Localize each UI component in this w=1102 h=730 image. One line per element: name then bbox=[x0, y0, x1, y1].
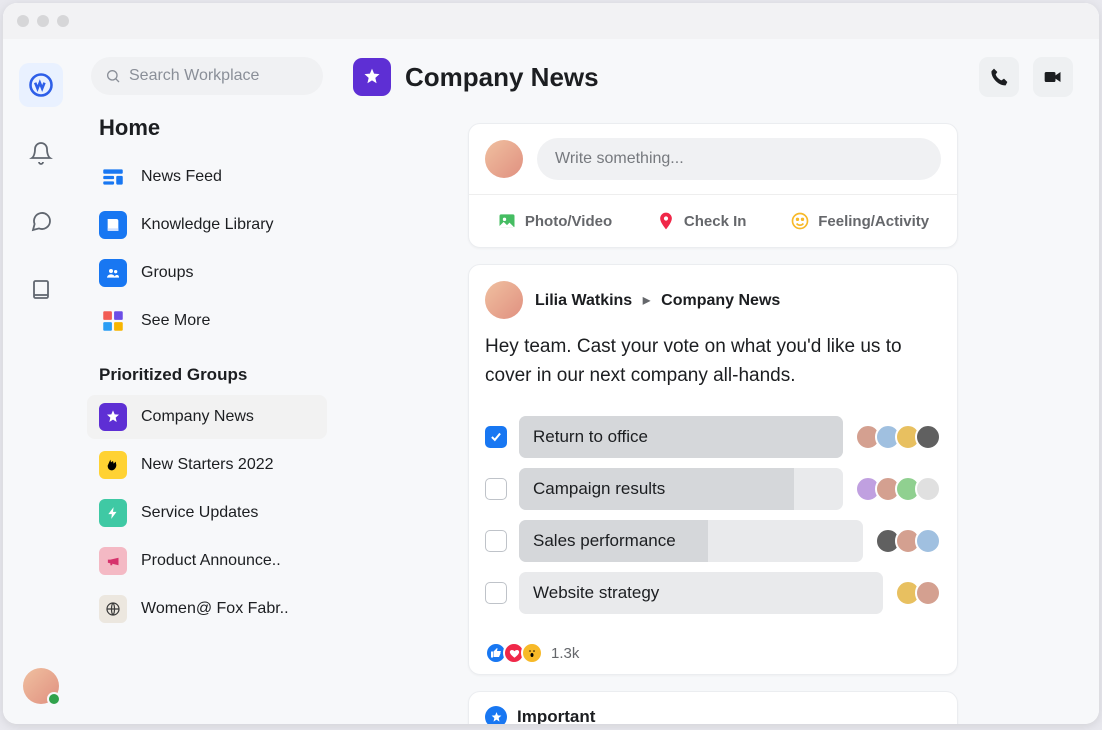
rail-user-avatar[interactable] bbox=[23, 668, 59, 704]
poll-voters[interactable] bbox=[895, 580, 941, 606]
sidebar-section-prioritized: Prioritized Groups bbox=[99, 365, 319, 385]
composer-photo-video[interactable]: Photo/Video bbox=[487, 205, 622, 237]
sidebar-item-label: See More bbox=[141, 312, 210, 330]
sidebar-group-label: Women@ Fox Fabr.. bbox=[141, 600, 289, 618]
poll-voters[interactable] bbox=[855, 476, 941, 502]
poll-bar[interactable]: Website strategy bbox=[519, 572, 883, 614]
sidebar-group-label: New Starters 2022 bbox=[141, 456, 274, 474]
post-reactions[interactable]: 1.3k bbox=[469, 632, 957, 674]
window-titlebar bbox=[3, 3, 1099, 39]
poll-checkbox[interactable] bbox=[485, 530, 507, 552]
sidebar-home-heading: Home bbox=[99, 115, 319, 141]
important-label: Important bbox=[517, 707, 595, 724]
groups-icon bbox=[99, 259, 127, 287]
poll-option-1: Return to office bbox=[485, 416, 941, 458]
composer-placeholder: Write something... bbox=[555, 150, 684, 167]
sidebar-group-label: Service Updates bbox=[141, 504, 258, 522]
sidebar-item-knowledge-library[interactable]: Knowledge Library bbox=[87, 203, 327, 247]
rail-workplace-logo[interactable] bbox=[19, 63, 63, 107]
sidebar-group-women-fox[interactable]: Women@ Fox Fabr.. bbox=[87, 587, 327, 631]
poll-voters[interactable] bbox=[875, 528, 941, 554]
sidebar-item-groups[interactable]: Groups bbox=[87, 251, 327, 295]
sidebar-item-label: News Feed bbox=[141, 168, 222, 186]
post-card: Lilia Watkins ▸ Company News Hey team. C… bbox=[468, 264, 958, 675]
page-title: Company News bbox=[405, 62, 965, 93]
location-icon bbox=[656, 211, 676, 231]
post-body: Hey team. Cast your vote on what you'd l… bbox=[469, 327, 957, 402]
poll-voters[interactable] bbox=[855, 424, 941, 450]
poll-option-4: Website strategy bbox=[485, 572, 941, 614]
poll-bar[interactable]: Sales performance bbox=[519, 520, 863, 562]
sidebar-group-company-news[interactable]: Company News bbox=[87, 395, 327, 439]
reaction-icons bbox=[485, 642, 543, 664]
megaphone-icon bbox=[99, 547, 127, 575]
poll-checkbox[interactable] bbox=[485, 582, 507, 604]
bolt-icon bbox=[99, 499, 127, 527]
rail-notifications[interactable] bbox=[19, 131, 63, 175]
composer-checkin[interactable]: Check In bbox=[646, 205, 757, 237]
composer-card: Write something... Photo/Video Check In … bbox=[468, 123, 958, 248]
grid-icon bbox=[99, 307, 127, 335]
sidebar-item-see-more[interactable]: See More bbox=[87, 299, 327, 343]
photo-icon bbox=[497, 211, 517, 231]
sidebar-item-label: Groups bbox=[141, 264, 193, 282]
sidebar-group-new-starters[interactable]: New Starters 2022 bbox=[87, 443, 327, 487]
avatar[interactable] bbox=[485, 281, 523, 319]
video-call-button[interactable] bbox=[1033, 57, 1073, 97]
composer-input[interactable]: Write something... bbox=[537, 138, 941, 180]
sidebar-group-service-updates[interactable]: Service Updates bbox=[87, 491, 327, 535]
globe-icon bbox=[99, 595, 127, 623]
star-icon bbox=[99, 403, 127, 431]
sidebar-group-label: Company News bbox=[141, 408, 254, 426]
nav-rail bbox=[3, 39, 79, 724]
sidebar-item-label: Knowledge Library bbox=[141, 216, 274, 234]
post-target-group[interactable]: Company News bbox=[661, 292, 780, 309]
wow-icon bbox=[521, 642, 543, 664]
wave-icon bbox=[99, 451, 127, 479]
book-icon bbox=[99, 211, 127, 239]
rail-library[interactable] bbox=[19, 267, 63, 311]
search-input[interactable]: Search Workplace bbox=[91, 57, 323, 95]
poll-bar[interactable]: Campaign results bbox=[519, 468, 843, 510]
smiley-icon bbox=[790, 211, 810, 231]
sidebar: Search Workplace Home News Feed Knowledg… bbox=[79, 39, 335, 724]
search-placeholder: Search Workplace bbox=[129, 67, 259, 85]
traffic-light-close[interactable] bbox=[17, 15, 29, 27]
rail-chat[interactable] bbox=[19, 199, 63, 243]
sidebar-group-label: Product Announce.. bbox=[141, 552, 281, 570]
reaction-count: 1.3k bbox=[551, 645, 579, 662]
star-badge-icon bbox=[485, 706, 507, 724]
poll-option-3: Sales performance bbox=[485, 520, 941, 562]
traffic-light-minimize[interactable] bbox=[37, 15, 49, 27]
post-author[interactable]: Lilia Watkins bbox=[535, 292, 632, 309]
poll-option-2: Campaign results bbox=[485, 468, 941, 510]
poll-checkbox[interactable] bbox=[485, 478, 507, 500]
avatar[interactable] bbox=[485, 140, 523, 178]
poll-bar[interactable]: Return to office bbox=[519, 416, 843, 458]
sidebar-item-news-feed[interactable]: News Feed bbox=[87, 155, 327, 199]
important-card: Important bbox=[468, 691, 958, 724]
poll: Return to office Campaign results bbox=[469, 402, 957, 632]
caret-right-icon: ▸ bbox=[643, 292, 651, 309]
composer-feeling[interactable]: Feeling/Activity bbox=[780, 205, 939, 237]
voice-call-button[interactable] bbox=[979, 57, 1019, 97]
star-icon bbox=[353, 58, 391, 96]
traffic-light-zoom[interactable] bbox=[57, 15, 69, 27]
poll-checkbox[interactable] bbox=[485, 426, 507, 448]
sidebar-group-product-announce[interactable]: Product Announce.. bbox=[87, 539, 327, 583]
news-feed-icon bbox=[99, 163, 127, 191]
main-content: Company News Write something... bbox=[335, 39, 1099, 724]
page-header: Company News bbox=[353, 57, 1073, 97]
